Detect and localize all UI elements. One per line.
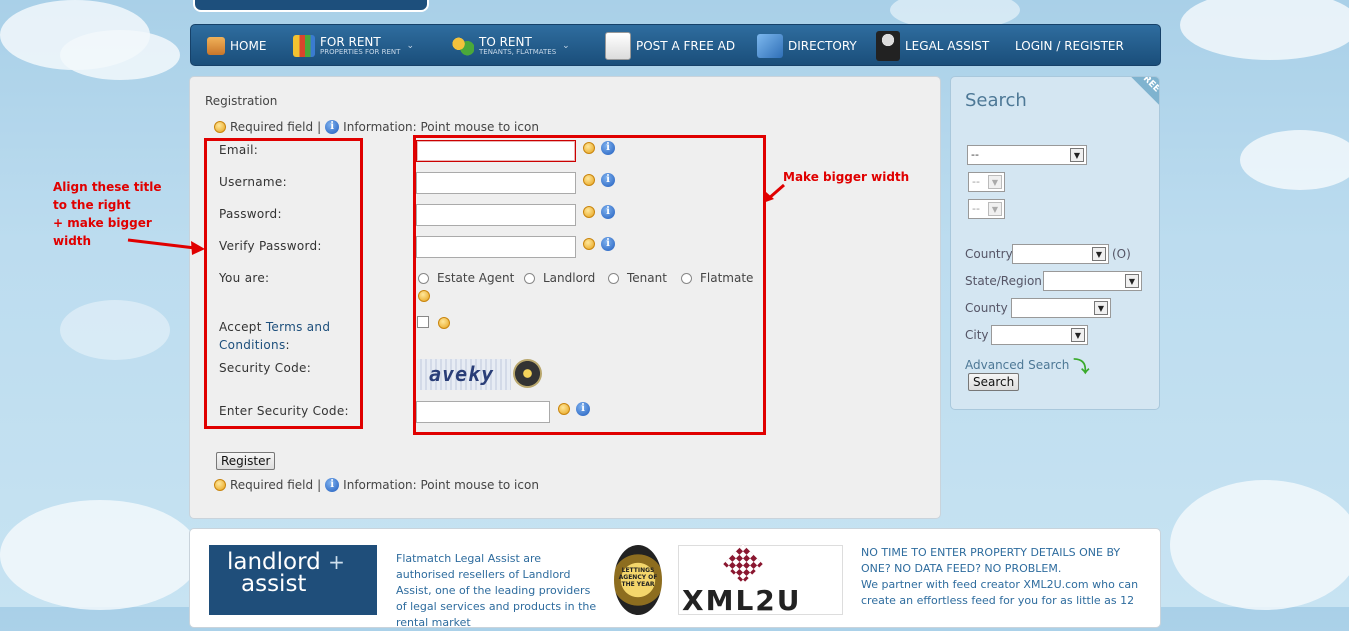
nav-for-rent[interactable]: FOR RENT PROPERTIES FOR RENT ⌄ (293, 25, 414, 67)
nav-to-rent-sub: TENANTS, FLATMATES (479, 48, 557, 56)
nav-post-ad-label: POST A FREE AD (636, 39, 736, 53)
post-document-icon (605, 32, 631, 60)
landlord-logo-line1: landlord + (227, 550, 377, 574)
search-button[interactable]: Search (968, 373, 1020, 391)
annotation-line: to the right (53, 198, 131, 212)
background-cloud (1240, 130, 1349, 190)
chevron-down-icon: ▼ (988, 175, 1002, 189)
search-type-select[interactable]: -- ▼ (967, 145, 1087, 165)
nav-legal-assist[interactable]: LEGAL ASSIST (876, 25, 989, 67)
xml2u-logo-text: XML2U (682, 584, 802, 617)
country-select[interactable]: ▼ (1012, 244, 1109, 264)
annotation-line: + make bigger (53, 216, 152, 230)
country-label: Country (965, 247, 1013, 261)
xml2u-blurb: NO TIME TO ENTER PROPERTY DETAILS ONE BY… (861, 545, 1146, 609)
nav-to-rent[interactable]: TO RENT TENANTS, FLATMATES ⌄ (452, 25, 570, 67)
separator: | (317, 120, 322, 134)
nav-login-register[interactable]: LOGIN / REGISTER (1015, 25, 1124, 67)
nav-directory[interactable]: DIRECTORY (757, 25, 857, 67)
buildings-icon (293, 35, 315, 57)
xml2u-blurb-line1: NO TIME TO ENTER PROPERTY DETAILS ONE BY… (861, 546, 1121, 575)
annotation-arrow-right (763, 183, 785, 203)
chevron-down-icon: ⌄ (562, 41, 570, 51)
county-select[interactable]: ▼ (1011, 298, 1111, 318)
country-suffix: (O) (1112, 247, 1131, 261)
required-text: Required field (230, 120, 314, 134)
required-text: Required field (230, 478, 314, 492)
chevron-down-icon: ▼ (1071, 328, 1085, 342)
separator: | (317, 478, 322, 492)
judge-icon (876, 31, 900, 61)
main-nav: HOME FOR RENT PROPERTIES FOR RENT ⌄ TO R… (190, 24, 1161, 66)
award-badge: LETTINGS AGENCY OF THE YEAR (614, 545, 662, 615)
county-label: County (965, 301, 1008, 315)
annotation-box-labels (204, 138, 363, 429)
landlord-assist-logo[interactable]: landlord + assist (209, 545, 377, 615)
info-text: Information: Point mouse to icon (343, 120, 539, 134)
required-icon (214, 121, 226, 133)
legal-assist-blurb: Flatmatch Legal Assist are authorised re… (396, 552, 597, 629)
advanced-search-label: Advanced Search (965, 358, 1070, 372)
state-region-label: State/Region (965, 274, 1042, 288)
search-min-select[interactable]: -- ▼ (968, 172, 1005, 192)
register-button[interactable]: Register (216, 452, 276, 470)
search-title: Search (965, 90, 1027, 111)
free-ribbon: FREE (1114, 77, 1159, 117)
info-icon: i (325, 478, 340, 492)
city-label: City (965, 328, 989, 342)
state-region-select[interactable]: ▼ (1043, 271, 1142, 291)
nav-for-rent-sub: PROPERTIES FOR RENT (320, 48, 401, 56)
nav-home-label: HOME (230, 39, 267, 53)
folder-icon (757, 34, 783, 58)
chevron-down-icon: ▼ (988, 202, 1002, 216)
background-cloud (60, 300, 170, 360)
nav-directory-label: DIRECTORY (788, 39, 857, 53)
select-value: -- (972, 175, 980, 188)
nav-legal-assist-label: LEGAL ASSIST (905, 39, 990, 53)
annotation-box-fields (413, 135, 766, 435)
nav-post-ad[interactable]: POST A FREE AD (605, 25, 735, 67)
chevron-down-icon: ▼ (1094, 301, 1108, 315)
chevron-down-icon: ▼ (1125, 274, 1139, 288)
xml2u-blurb-line2: We partner with feed creator XML2U.com w… (861, 578, 1139, 607)
green-arrow-down-icon: ⤵ (1073, 357, 1090, 376)
chevron-down-icon: ⌄ (406, 41, 414, 51)
house-icon (207, 37, 225, 55)
site-logo[interactable] (193, 0, 429, 12)
page-title: Registration (205, 94, 278, 108)
search-max-select[interactable]: -- ▼ (968, 199, 1005, 219)
annotation-arrow-left (127, 238, 205, 255)
required-legend-top: Required field | i Information: Point mo… (214, 120, 539, 134)
background-cloud (1180, 0, 1349, 60)
city-select[interactable]: ▼ (991, 325, 1088, 345)
required-legend-bottom: Required field | i Information: Point mo… (214, 478, 539, 492)
annotation-note-right: Make bigger width (783, 170, 910, 184)
plus-icon: + (328, 550, 345, 574)
background-cloud (60, 30, 180, 80)
background-cloud (0, 500, 200, 610)
xml2u-diamond-icon (723, 544, 763, 584)
nav-login-register-label: LOGIN / REGISTER (1015, 39, 1124, 53)
chevron-down-icon: ▼ (1070, 148, 1084, 162)
chevron-down-icon: ▼ (1092, 247, 1106, 261)
nav-home[interactable]: HOME (207, 25, 266, 67)
required-icon (214, 479, 226, 491)
select-value: -- (971, 148, 979, 161)
background-cloud (1170, 480, 1349, 610)
annotation-line: Align these title (53, 180, 162, 194)
info-icon: i (325, 120, 340, 134)
info-text: Information: Point mouse to icon (343, 478, 539, 492)
people-icon (452, 35, 474, 57)
landlord-logo-line2: assist (241, 571, 307, 597)
select-value: -- (972, 202, 980, 215)
xml2u-logo[interactable]: XML2U (678, 544, 843, 617)
